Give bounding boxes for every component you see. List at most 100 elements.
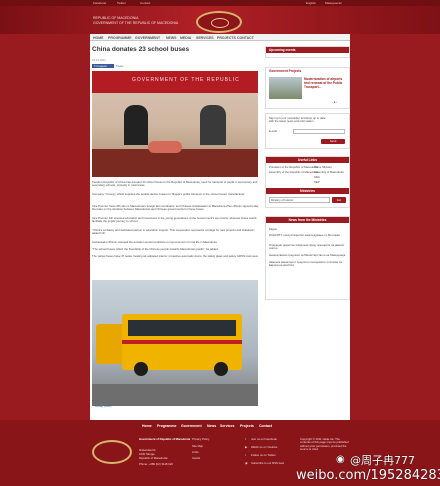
nav-home[interactable]: HOME (93, 36, 104, 40)
photo-table (92, 149, 258, 177)
social-rss-link[interactable]: Subscribe to our RSS feed (251, 461, 284, 465)
photo-flowers (148, 141, 182, 153)
article-paragraph: Company "Yutong", which supplied the dou… (92, 192, 246, 196)
social-facebook-link[interactable]: Join us on Facebook (251, 437, 277, 441)
footer-nav-government[interactable]: Government (181, 424, 202, 428)
nav-services[interactable]: SERVICES (196, 36, 214, 40)
photo-person-right (200, 105, 226, 145)
tweet-button[interactable]: Tweet (116, 64, 123, 68)
article-paragraph: Vice Premier Tiedu ifith who is Macedoni… (92, 204, 259, 212)
footer-link[interactable]: Links (192, 450, 199, 454)
article-title: China donates 23 school buses (92, 46, 190, 53)
email-label: E-mail (269, 129, 277, 133)
ministry-news-box: News from the Ministries Радио КОНСУЛТ: … (265, 216, 350, 300)
newsletter-send-button[interactable]: Send (321, 139, 345, 144)
ministries-select[interactable]: Ministry of Interior (269, 197, 330, 203)
upcoming-events-heading: Upcoming events (266, 47, 349, 53)
weibo-watermark-icon: ◉ (336, 454, 345, 465)
twitter-icon[interactable]: t (245, 453, 246, 457)
bus-stripe (122, 340, 242, 344)
article-paragraph: People's Republic of China has donated 2… (92, 180, 258, 188)
lang-english[interactable]: English (306, 1, 316, 5)
footer-nav: Home Programme Government News Services … (0, 424, 440, 431)
useful-link[interactable]: SDA (314, 175, 320, 179)
bus-wheel (214, 362, 228, 376)
ministry-news-item[interactable]: Заменик министерот предлоги полициските … (269, 260, 347, 267)
footer-nav-news[interactable]: News (207, 424, 216, 428)
footer-nav-contact[interactable]: Contact (259, 424, 272, 428)
lang-macedonian[interactable]: Македонски (325, 1, 342, 5)
footer-emblem-icon (92, 440, 132, 464)
header-line-1: REPUBLIC OF MACEDONIA (93, 16, 139, 20)
header-line-2: GOVERNMENT OF THE REPUBLIC OF MACEDONIA (93, 21, 179, 25)
site-header: REPUBLIC OF MACEDONIA GOVERNMENT OF THE … (0, 6, 440, 34)
upcoming-events-box: Upcoming events (265, 46, 350, 58)
article-paragraph: Vice Premier Ivifi stressed education an… (92, 216, 257, 224)
article-paragraph: "China's embassy and dedicated partner i… (92, 228, 256, 236)
top-link-twitter[interactable]: Twitter (117, 1, 126, 5)
useful-link[interactable]: Prime Minister (314, 165, 332, 169)
nav-news[interactable]: NEWS (166, 36, 177, 40)
footer-nav-home[interactable]: Home (142, 424, 152, 428)
facebook-share-button[interactable]: f Сподели (92, 64, 114, 68)
main-nav: HOME PROGRAMME GOVERNMENT NEWS MEDIA SER… (90, 34, 350, 41)
ministry-news-item[interactable]: КОНСУЛТ: консултации Ел надгледување со … (269, 233, 347, 237)
top-link-contact[interactable]: Contact (140, 1, 150, 5)
article-photo-signing: GOVERNMENT OF THE REPUBLIC (92, 71, 258, 177)
photo-person-left (124, 105, 148, 145)
ministries-select-value: Ministry of Interior (271, 198, 294, 202)
carousel-arrows-icon[interactable]: ‹ ● › (332, 100, 337, 104)
social-youtube-link[interactable]: Watch us on Youtube (251, 445, 277, 449)
nav-government[interactable]: GOVERNMENT (135, 36, 160, 40)
social-twitter-link[interactable]: Follow us on Twitter (251, 453, 276, 457)
footer-nav-projects[interactable]: Projects (240, 424, 254, 428)
useful-links-heading: Useful Links (266, 157, 349, 163)
article-paragraph: "The school buses reflect the friendship… (92, 247, 219, 251)
project-thumbnail[interactable] (269, 77, 302, 99)
rss-icon[interactable]: ◉ (245, 461, 247, 465)
article-paragraph: Ambassador Zhimin stressed the donation … (92, 240, 218, 244)
photo-road (92, 384, 258, 406)
ministry-news-item[interactable]: Немешувачки предлози за Министерството н… (269, 253, 347, 257)
ministry-news-heading: News from the Ministries (266, 217, 349, 223)
nav-media[interactable]: MEDIA (180, 36, 191, 40)
useful-link[interactable]: Assembly of Macedonia (314, 170, 344, 174)
photo-banner: GOVERNMENT OF THE REPUBLIC (92, 71, 258, 93)
article-photo-buses (92, 280, 258, 406)
newsletter-box: Sign up to our newsletter and keep up to… (265, 113, 350, 149)
article-date: 18.12.2011 (92, 58, 106, 62)
project-link[interactable]: Modernization of airports and renewal of… (304, 77, 348, 89)
footer-address-line: Republic of Macedonia (139, 456, 168, 460)
top-link-facebook[interactable]: Facebook (93, 1, 106, 5)
ministry-news-item[interactable]: Радио (269, 227, 347, 231)
footer-nav-services[interactable]: Services (220, 424, 234, 428)
facebook-icon[interactable]: f (245, 437, 246, 441)
projects-heading: Government Projects (269, 69, 302, 73)
footer-link[interactable]: Useful (192, 456, 200, 460)
newsletter-email-input[interactable] (293, 129, 345, 134)
youtube-icon[interactable]: ▶ (245, 445, 247, 449)
footer-link[interactable]: Privacy Policy (192, 437, 209, 441)
bus-windows (128, 320, 236, 336)
useful-link[interactable]: President of the Republic of Macedonia (269, 165, 318, 169)
ministries-heading: Ministries (266, 188, 349, 194)
bus-wheel (134, 362, 148, 376)
footer-copyright: Copyright © 2011 vlada.mk. The contents … (300, 437, 349, 452)
useful-links-box: Useful Links President of the Republic o… (265, 156, 350, 208)
nav-programme[interactable]: PROGRAMME (108, 36, 132, 40)
watermark-handle: @周子冉777 (350, 454, 415, 467)
nav-projects[interactable]: PROJECTS (217, 36, 236, 40)
photo-banner-text: GOVERNMENT OF THE REPUBLIC (132, 77, 240, 83)
ministry-news-item[interactable]: Операции директно извршени преку агенции… (269, 243, 347, 250)
useful-link[interactable]: Assembly of the Republic of Macedonia (269, 170, 318, 174)
ministries-go-button[interactable]: Go! (332, 197, 346, 203)
back-link[interactable]: Назад (back) (95, 404, 112, 408)
useful-link[interactable]: SEP (314, 180, 320, 184)
government-emblem-icon[interactable] (196, 11, 242, 33)
footer-nav-programme[interactable]: Programme (157, 424, 176, 428)
watermark-url: weibo.com/1952842835 (296, 468, 440, 483)
footer-org-name: Government of Republic of Macedonia (139, 437, 191, 441)
nav-contact[interactable]: CONTACT (237, 36, 254, 40)
photo-bus-front (122, 314, 242, 376)
footer-link[interactable]: Site Map (192, 444, 203, 448)
